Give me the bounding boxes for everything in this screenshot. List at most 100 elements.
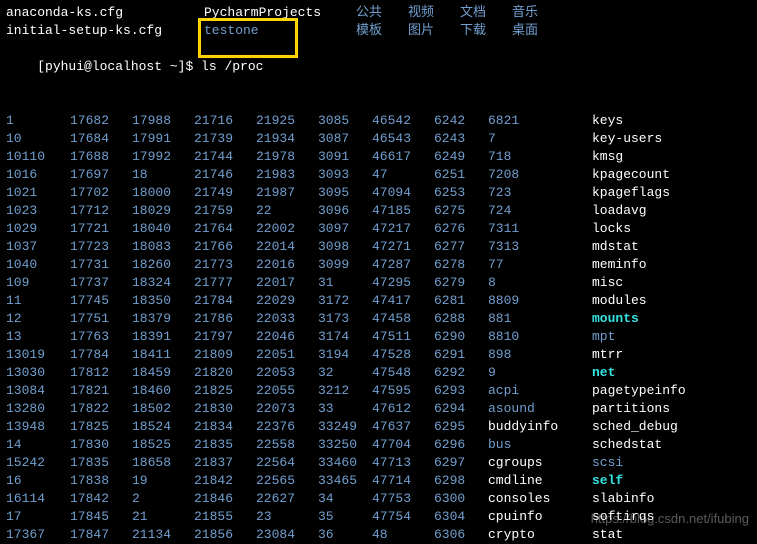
proc-entry: 3087 [318,130,372,148]
proc-entry: 21820 [194,364,256,382]
proc-entry: 22002 [256,220,318,238]
proc-entry: 21809 [194,346,256,364]
proc-entry: 3096 [318,202,372,220]
proc-entry: 3095 [318,184,372,202]
proc-entry: 3194 [318,346,372,364]
proc-entry: 13 [6,328,70,346]
proc-entry: 19 [132,472,194,490]
proc-entry: 6821 [488,112,592,130]
proc-entry: 22053 [256,364,318,382]
listing-row: 111774518350217842202931724741762818809m… [6,292,751,310]
proc-entry: 6288 [434,310,488,328]
listing-row: 131776318391217972204631744751162908810m… [6,328,751,346]
listing-row: 141783018525218352255833250477046296buss… [6,436,751,454]
proc-entry: 21837 [194,454,256,472]
proc-entry: 17688 [70,148,132,166]
proc-entry: 16 [6,472,70,490]
proc-entry: 109 [6,274,70,292]
ls-item: PycharmProjects [204,4,356,22]
listing-row: 132801782218502218302207333476126294asou… [6,400,751,418]
proc-entry: 46542 [372,112,434,130]
proc-entry: 3173 [318,310,372,328]
proc-entry: 17784 [70,346,132,364]
proc-entry: 21842 [194,472,256,490]
proc-entry: 47704 [372,436,434,454]
listing-row: 161783819218422256533465477146298cmdline… [6,472,751,490]
proc-entry: 17847 [70,526,132,544]
proc-entry: 6295 [434,418,488,436]
proc-entry: 1023 [6,202,70,220]
prompt-line[interactable]: [pyhui@localhost ~]$ ls /proc [6,40,751,94]
proc-entry: 46617 [372,148,434,166]
proc-entry: 6251 [434,166,488,184]
proc-entry: loadavg [592,202,712,220]
proc-entry: 22627 [256,490,318,508]
proc-entry: 47295 [372,274,434,292]
proc-entry: 17745 [70,292,132,310]
proc-entry: 22073 [256,400,318,418]
proc-entry: 22 [256,202,318,220]
watermark: https://blog.csdn.net/ifubing [591,510,749,528]
proc-entry: 17723 [70,238,132,256]
ls-item: 公共 [356,4,408,22]
listing-row: 16114178422218462262734477536300consoles… [6,490,751,508]
proc-entry: 17763 [70,328,132,346]
proc-entry: 17702 [70,184,132,202]
shell-command[interactable]: ls /proc [201,59,263,74]
proc-entry: 17842 [70,490,132,508]
proc-entry: stat [592,526,712,544]
proc-entry: 3099 [318,256,372,274]
proc-entry: 6294 [434,400,488,418]
proc-entry: 17751 [70,310,132,328]
proc-entry: 6300 [434,490,488,508]
proc-entry: 17737 [70,274,132,292]
proc-entry: 17697 [70,166,132,184]
proc-entry: 21773 [194,256,256,274]
proc-entry: 6306 [434,526,488,544]
proc-entry: cgroups [488,454,592,472]
proc-entry: 724 [488,202,592,220]
proc-entry: 48 [372,526,434,544]
proc-entry: 33460 [318,454,372,472]
proc-listing: 11768217988217162192530854654262426821ke… [6,112,751,544]
proc-entry: 47713 [372,454,434,472]
proc-entry: keys [592,112,712,130]
proc-entry: 13019 [6,346,70,364]
proc-entry: acpi [488,382,592,400]
listing-row: 152421783518658218372256433460477136297c… [6,454,751,472]
listing-row: 1037177231808321766220143098472716277731… [6,238,751,256]
proc-entry: 6304 [434,508,488,526]
proc-entry: 22014 [256,238,318,256]
proc-entry: 18324 [132,274,194,292]
proc-entry: 21749 [194,184,256,202]
ls-item: testone [204,22,356,40]
proc-entry: 6253 [434,184,488,202]
proc-entry: 47754 [372,508,434,526]
ls-item: 模板 [356,22,408,40]
proc-entry: 6243 [434,130,488,148]
proc-entry: 1016 [6,166,70,184]
proc-entry: buddyinfo [488,418,592,436]
proc-entry: 47612 [372,400,434,418]
proc-entry: 13084 [6,382,70,400]
proc-entry: 22029 [256,292,318,310]
listing-row: 101768417991217392193430874654362437key-… [6,130,751,148]
proc-entry: 7 [488,130,592,148]
proc-entry: 17991 [132,130,194,148]
proc-entry: 18460 [132,382,194,400]
proc-entry: 17821 [70,382,132,400]
proc-entry: 21855 [194,508,256,526]
proc-entry: 3097 [318,220,372,238]
proc-entry: 2 [132,490,194,508]
proc-entry: 6275 [434,202,488,220]
proc-entry: 21835 [194,436,256,454]
proc-entry: 21716 [194,112,256,130]
proc-entry: 1040 [6,256,70,274]
proc-entry: 22565 [256,472,318,490]
proc-entry: 23084 [256,526,318,544]
proc-entry: 6279 [434,274,488,292]
proc-entry: 1029 [6,220,70,238]
proc-entry: 18 [132,166,194,184]
proc-entry: 723 [488,184,592,202]
proc-entry: 17822 [70,400,132,418]
